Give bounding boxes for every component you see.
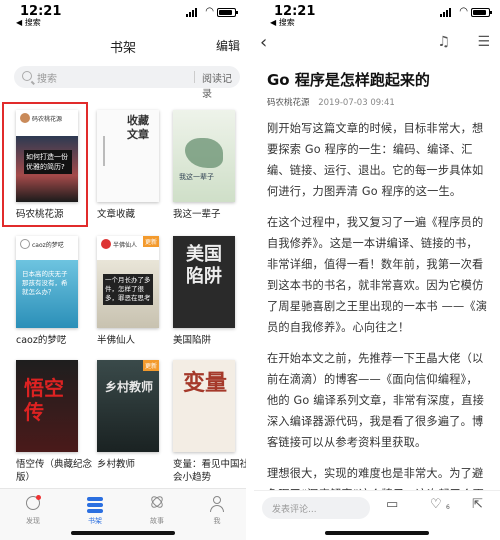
search-input[interactable]: 搜索 — [37, 70, 57, 85]
tab-bookshelf[interactable]: 书架 — [70, 495, 120, 526]
headphones-icon[interactable]: ♫ — [437, 34, 450, 50]
paragraph: 在这个过程中，我又复习了一遍《程序员的自我修养》。这是一本讲编译、链接的书，非常… — [267, 216, 488, 334]
reader-header: ‹ ♫ ☰ — [254, 30, 500, 58]
book-title: 文章收藏 — [97, 209, 136, 220]
reader-bottom-bar: 发表评论... ▭ ♡ 6 ⇱ — [254, 490, 500, 540]
article-author[interactable]: 码农桃花源 — [267, 98, 310, 108]
page-title: 书架 — [109, 41, 136, 56]
cover-text: 美国陷阱 — [186, 244, 222, 287]
book-title: 悟空传（典藏纪念版） — [16, 459, 93, 483]
battery-icon — [217, 8, 238, 17]
article-body: Go 程序是怎样跑起来的 码农桃花源 2019-07-03 09:41 刚开始写… — [267, 70, 488, 505]
bookshelf-icon — [85, 495, 105, 513]
table-of-contents-icon[interactable]: ☰ — [477, 34, 490, 50]
bottom-tab-bar: 发现 书架 故事 我 — [0, 488, 246, 540]
tab-label: 我 — [213, 517, 221, 525]
home-indicator — [325, 531, 429, 535]
cover-author: 码农桃花源 — [32, 116, 63, 123]
signal-icon — [440, 8, 454, 17]
story-icon — [147, 494, 167, 513]
wifi-icon: ◠ — [459, 6, 468, 17]
book-title: 乡村教师 — [97, 459, 136, 470]
book-title: 变量：看见中国社会小趋势 — [173, 459, 246, 483]
wifi-icon: ◠ — [205, 6, 214, 17]
bookshelf-header: 书架 编辑 — [0, 32, 246, 60]
edit-button[interactable]: 编辑 — [216, 37, 240, 54]
book-cover: 乡村教师 更新 — [97, 360, 159, 452]
book-cover: 码农桃花源 如何打造一份优雅的简历? — [16, 110, 78, 202]
comment-placeholder: 发表评论... — [272, 505, 317, 515]
book-cover: 悟空传 — [16, 360, 78, 452]
screen-divider — [246, 0, 254, 540]
cover-author: 半佛仙人 — [113, 242, 138, 249]
book-cover: 半佛仙人 一个月长办了多件，怎样了很多，罪恶在思考 更新 — [97, 236, 159, 328]
book-title: caoz的梦呓 — [16, 335, 67, 346]
book-cover: 变量 — [173, 360, 235, 452]
back-chevron-icon[interactable]: ‹ — [260, 32, 267, 53]
signal-icon — [186, 8, 200, 17]
tab-story[interactable]: 故事 — [132, 494, 182, 526]
book-title: 我这一辈子 — [173, 209, 221, 220]
back-to-search-link[interactable]: ◀ 搜索 — [270, 17, 295, 28]
search-bar[interactable]: 搜索 阅读记录 — [14, 66, 240, 100]
article-meta: 码农桃花源 2019-07-03 09:41 — [267, 96, 488, 108]
book-cover: 我这一辈子 — [173, 110, 235, 202]
cover-author: caoz的梦呓 — [32, 242, 64, 249]
comment-input[interactable]: 发表评论... — [262, 497, 370, 519]
battery-icon — [471, 8, 492, 17]
avatar — [20, 113, 30, 123]
book-cover: 美国陷阱 — [173, 236, 235, 328]
avatar — [20, 239, 30, 249]
cover-decoration — [103, 136, 105, 166]
divider — [194, 71, 195, 83]
book-title: 码农桃花源 — [16, 209, 64, 220]
tab-discover[interactable]: 发现 — [8, 495, 58, 526]
share-icon[interactable]: ⇱ — [472, 497, 483, 512]
article-date: 2019-07-03 09:41 — [318, 98, 395, 108]
tab-label: 故事 — [150, 517, 164, 525]
cover-text: 我这一辈子 — [179, 173, 214, 181]
back-to-search-link[interactable]: ◀ 搜索 — [16, 17, 41, 28]
status-bar: 12:21 ◀ 搜索 ◠ — [0, 0, 246, 28]
cover-text: 收藏文章 — [127, 114, 149, 141]
reading-history-button[interactable]: 阅读记录 — [202, 70, 240, 100]
cover-text: 日本高的庆无子那孩有没有，希就怎么办？ — [22, 270, 68, 296]
book-cover: caoz的梦呓 日本高的庆无子那孩有没有，希就怎么办？ — [16, 236, 78, 328]
cover-text: 一个月长办了多件，怎样了很多，罪恶在思考 — [103, 274, 153, 305]
like-heart-icon[interactable]: ♡ — [430, 497, 442, 512]
update-badge: 更新 — [142, 236, 159, 247]
avatar — [101, 239, 111, 249]
home-indicator — [71, 531, 175, 535]
article-title: Go 程序是怎样跑起来的 — [267, 71, 430, 89]
compass-icon — [23, 495, 43, 513]
update-badge: 更新 — [142, 360, 159, 371]
status-bar: 12:21 ◀ 搜索 ◠ — [254, 0, 500, 28]
article-screen: 12:21 ◀ 搜索 ◠ ‹ ♫ ☰ Go 程序是怎样跑起来的 码农桃花源 20… — [254, 0, 500, 540]
bookshelf-screen: 12:21 ◀ 搜索 ◠ 书架 编辑 搜索 阅读记录 码农桃花源 如何打造一份优… — [0, 0, 246, 540]
cover-image — [185, 138, 223, 168]
cover-text: 变量 — [182, 371, 227, 396]
cover-text: 乡村教师 — [105, 380, 154, 394]
paragraph: 刚开始写这篇文章的时候，目标非常大，想要探索 Go 程序的一生：编码、编译、汇编… — [267, 122, 484, 198]
profile-icon — [207, 495, 227, 513]
tab-label: 书架 — [88, 517, 102, 525]
cover-text: 悟空传 — [24, 376, 64, 424]
tab-label: 发现 — [26, 517, 40, 525]
book-title: 美国陷阱 — [173, 335, 212, 346]
cover-text: 如何打造一份优雅的简历? — [24, 150, 72, 174]
tab-me[interactable]: 我 — [192, 495, 242, 526]
like-count: 6 — [446, 504, 450, 511]
search-icon — [22, 71, 32, 81]
comment-icon[interactable]: ▭ — [386, 497, 398, 512]
book-title: 半佛仙人 — [97, 335, 136, 346]
book-cover: 收藏文章 — [97, 110, 159, 202]
paragraph: 在开始本文之前，先推荐一下王晶大佬（以前在滴滴）的博客——《面向信仰编程》，他的… — [267, 352, 485, 449]
